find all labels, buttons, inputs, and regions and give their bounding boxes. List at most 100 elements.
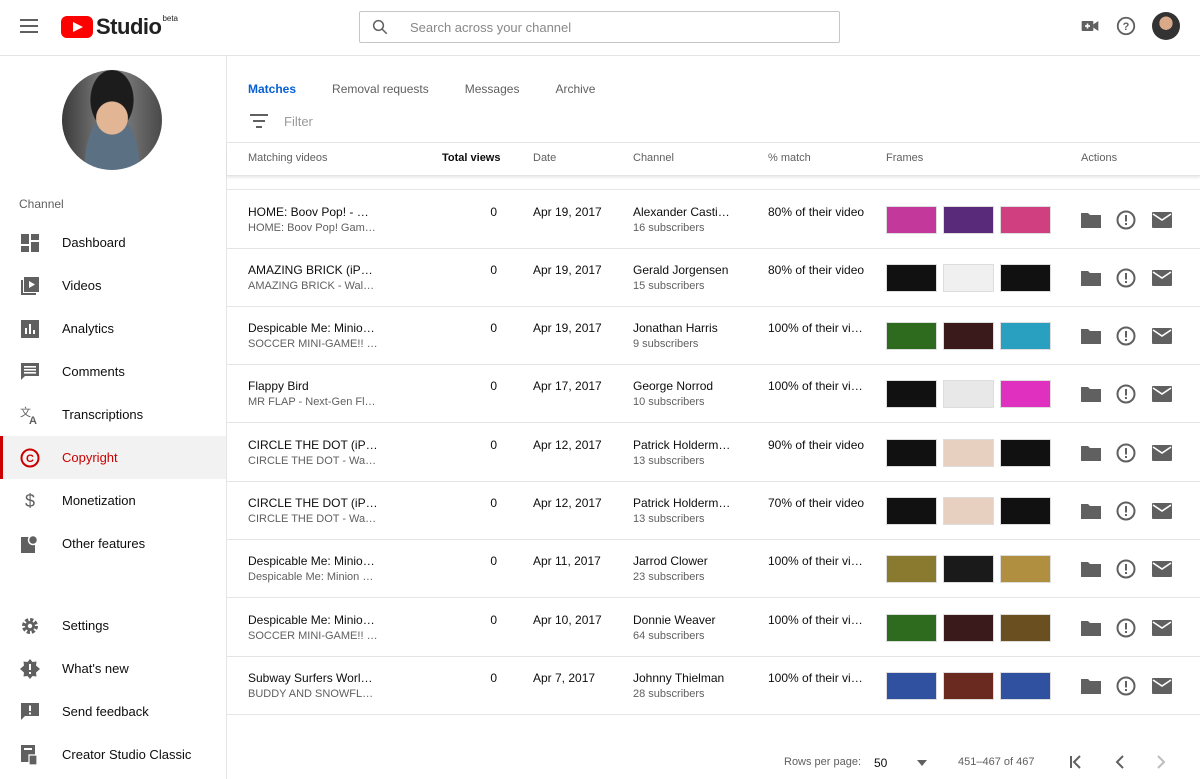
frame-thumbnail[interactable] (1000, 439, 1051, 467)
table-row[interactable]: Despicable Me: Minion… SOCCER MINI-GAME!!… (227, 599, 1200, 657)
channel-name[interactable]: Johnny Thielman (633, 671, 733, 685)
mail-icon[interactable] (1152, 443, 1172, 463)
search-input[interactable] (410, 13, 830, 41)
sidebar-item-dashboard[interactable]: Dashboard (0, 221, 226, 264)
video-title[interactable]: Despicable Me: Minion… (248, 554, 378, 568)
column-date[interactable]: Date (533, 152, 556, 164)
table-row[interactable]: CIRCLE THE DOT (iPho… CIRCLE THE DOT - Wa… (227, 482, 1200, 540)
video-title[interactable]: AMAZING BRICK (iPho… (248, 263, 378, 277)
folder-icon[interactable] (1081, 676, 1101, 696)
frame-thumbnail[interactable] (1000, 380, 1051, 408)
video-title[interactable]: Subway Surfers World … (248, 671, 378, 685)
search-box[interactable] (359, 11, 840, 43)
folder-icon[interactable] (1081, 443, 1101, 463)
frame-thumbnail[interactable] (943, 206, 994, 234)
report-icon[interactable] (1116, 443, 1136, 463)
column-match[interactable]: % match (768, 152, 811, 164)
frame-thumbnail[interactable] (886, 555, 937, 583)
frame-thumbnail[interactable] (943, 264, 994, 292)
frame-thumbnail[interactable] (1000, 497, 1051, 525)
next-page-icon[interactable] (1155, 755, 1167, 769)
video-title[interactable]: Despicable Me: Minion… (248, 321, 378, 335)
frame-thumbnail[interactable] (1000, 322, 1051, 350)
folder-icon[interactable] (1081, 384, 1101, 404)
video-title[interactable]: CIRCLE THE DOT (iPho… (248, 496, 378, 510)
filter-input[interactable]: Filter (284, 114, 313, 129)
table-row[interactable]: CIRCLE THE DOT (iPho… CIRCLE THE DOT - Wa… (227, 424, 1200, 482)
folder-icon[interactable] (1081, 618, 1101, 638)
sidebar-item-monetization[interactable]: $ Monetization (0, 479, 226, 522)
mail-icon[interactable] (1152, 326, 1172, 346)
channel-name[interactable]: Jonathan Harris (633, 321, 733, 335)
mail-icon[interactable] (1152, 618, 1172, 638)
sidebar-item-transcriptions[interactable]: 文A Transcriptions (0, 393, 226, 436)
channel-name[interactable]: Alexander Casti… (633, 205, 733, 219)
report-icon[interactable] (1116, 676, 1136, 696)
sidebar-item-creator-studio-classic[interactable]: Creator Studio Classic (0, 733, 226, 776)
frame-thumbnail[interactable] (886, 380, 937, 408)
column-total-views[interactable]: Total views (442, 152, 500, 164)
frame-thumbnail[interactable] (886, 322, 937, 350)
folder-icon[interactable] (1081, 210, 1101, 230)
frame-thumbnail[interactable] (943, 555, 994, 583)
frame-thumbnail[interactable] (943, 497, 994, 525)
channel-name[interactable]: George Norrod (633, 379, 733, 393)
table-row[interactable]: Flappy Bird MR FLAP - Next-Gen Fla… 0 Apr 1… (227, 365, 1200, 423)
folder-icon[interactable] (1081, 268, 1101, 288)
frame-thumbnail[interactable] (1000, 614, 1051, 642)
search-icon[interactable] (360, 12, 400, 42)
create-video-icon[interactable] (1078, 14, 1102, 38)
video-title[interactable]: HOME: Boov Pop! - Ga… (248, 205, 378, 219)
frame-thumbnail[interactable] (943, 322, 994, 350)
frame-thumbnail[interactable] (1000, 206, 1051, 234)
frame-thumbnail[interactable] (1000, 672, 1051, 700)
previous-page-icon[interactable] (1114, 755, 1126, 769)
channel-name[interactable]: Patrick Holderm… (633, 496, 733, 510)
mail-icon[interactable] (1152, 384, 1172, 404)
table-row[interactable]: AMAZING BRICK (iPho… AMAZING BRICK - Walk… (227, 249, 1200, 307)
mail-icon[interactable] (1152, 501, 1172, 521)
video-title[interactable]: Flappy Bird (248, 379, 378, 393)
studio-logo[interactable]: Studio beta (61, 14, 178, 40)
report-icon[interactable] (1116, 384, 1136, 404)
sidebar-item-send-feedback[interactable]: Send feedback (0, 690, 226, 733)
filter-bar[interactable]: Filter (227, 100, 1200, 143)
mail-icon[interactable] (1152, 559, 1172, 579)
frame-thumbnail[interactable] (886, 439, 937, 467)
account-avatar[interactable] (1152, 12, 1180, 40)
report-icon[interactable] (1116, 210, 1136, 230)
filter-icon[interactable] (250, 114, 268, 128)
frame-thumbnail[interactable] (943, 614, 994, 642)
folder-icon[interactable] (1081, 326, 1101, 346)
frame-thumbnail[interactable] (1000, 264, 1051, 292)
sidebar-item-whats-new[interactable]: What's new (0, 647, 226, 690)
frame-thumbnail[interactable] (886, 614, 937, 642)
sidebar-item-analytics[interactable]: Analytics (0, 307, 226, 350)
frame-thumbnail[interactable] (943, 672, 994, 700)
rows-per-page-select[interactable]: 50 (874, 756, 887, 770)
first-page-icon[interactable] (1069, 755, 1083, 769)
report-icon[interactable] (1116, 559, 1136, 579)
channel-name[interactable]: Jarrod Clower (633, 554, 733, 568)
sidebar-item-other-features[interactable]: Other features (0, 522, 226, 565)
column-matching-videos[interactable]: Matching videos (248, 152, 328, 164)
frame-thumbnail[interactable] (886, 497, 937, 525)
table-row[interactable]: Despicable Me: Minion… SOCCER MINI-GAME!!… (227, 307, 1200, 365)
table-row[interactable]: HOME: Boov Pop! - Ga… HOME: Boov Pop! Gam… (227, 191, 1200, 249)
folder-icon[interactable] (1081, 559, 1101, 579)
report-icon[interactable] (1116, 618, 1136, 638)
video-title[interactable]: CIRCLE THE DOT (iPho… (248, 438, 378, 452)
mail-icon[interactable] (1152, 268, 1172, 288)
channel-name[interactable]: Gerald Jorgensen (633, 263, 733, 277)
chevron-down-icon[interactable] (917, 760, 927, 766)
sidebar-item-copyright[interactable]: C Copyright (0, 436, 226, 479)
help-icon[interactable]: ? (1114, 14, 1138, 38)
table-row[interactable]: Despicable Me: Minion… Despicable Me: Min… (227, 540, 1200, 598)
sidebar-item-settings[interactable]: Settings (0, 604, 226, 647)
folder-icon[interactable] (1081, 501, 1101, 521)
video-title[interactable]: Despicable Me: Minion… (248, 613, 378, 627)
mail-icon[interactable] (1152, 210, 1172, 230)
channel-name[interactable]: Donnie Weaver (633, 613, 733, 627)
mail-icon[interactable] (1152, 676, 1172, 696)
sidebar-item-videos[interactable]: Videos (0, 264, 226, 307)
